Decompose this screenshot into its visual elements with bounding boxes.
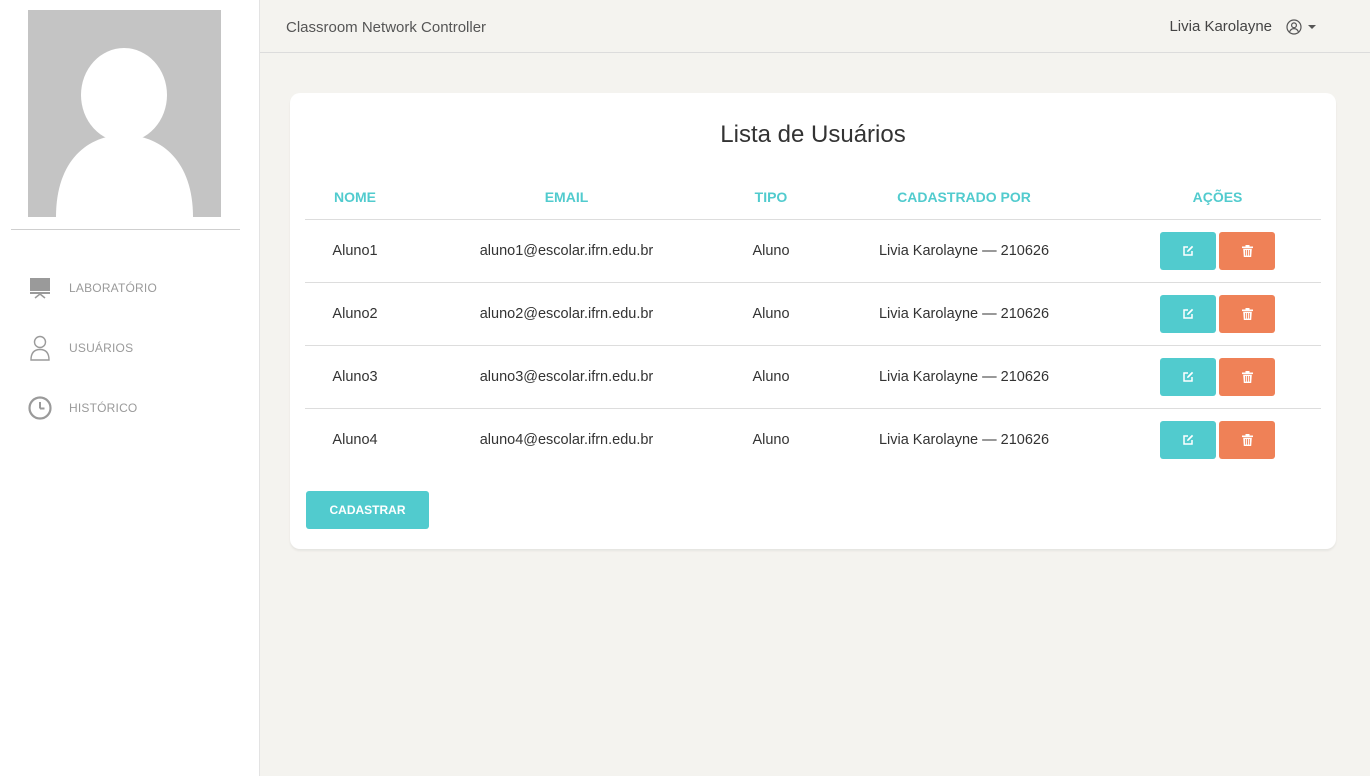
edit-icon bbox=[1183, 371, 1194, 382]
cell-nome: Aluno1 bbox=[305, 219, 405, 283]
sidebar-divider bbox=[11, 229, 240, 230]
cell-cadastrado-por: Livia Karolayne — 210626 bbox=[878, 431, 1050, 448]
monitor-icon bbox=[28, 275, 52, 301]
cell-acoes bbox=[1114, 282, 1321, 346]
users-table: NOME EMAIL TIPO CADASTRADO POR AÇÕES Alu… bbox=[305, 176, 1321, 471]
delete-button[interactable] bbox=[1219, 294, 1275, 333]
trash-icon bbox=[1241, 307, 1253, 320]
trash-icon bbox=[1241, 370, 1253, 383]
cell-nome: Aluno4 bbox=[332, 431, 378, 448]
table-row: Aluno3 aluno3@escolar.ifrn.edu.br Aluno … bbox=[305, 345, 1321, 409]
edit-icon bbox=[1183, 308, 1194, 319]
column-header-nome: NOME bbox=[305, 176, 405, 220]
cell-acoes bbox=[1114, 345, 1321, 409]
user-menu-dropdown[interactable]: Livia Karolayne bbox=[1169, 18, 1316, 35]
user-circle-icon bbox=[1286, 18, 1303, 35]
table-row: Aluno4 aluno4@escolar.ifrn.edu.br Aluno … bbox=[305, 408, 1321, 471]
edit-button[interactable] bbox=[1160, 294, 1216, 333]
column-header-acoes: AÇÕES bbox=[1114, 176, 1321, 220]
delete-button[interactable] bbox=[1219, 231, 1275, 270]
cell-acoes bbox=[1114, 219, 1321, 283]
sidebar: LABORATÓRIO USUÁRIOS HISTÓRICO bbox=[0, 0, 260, 776]
app-brand[interactable]: Classroom Network Controller bbox=[286, 19, 486, 36]
cell-cadastrado-por: Livia Karolayne — 210626 bbox=[814, 282, 1114, 346]
add-user-button[interactable]: CADASTRAR bbox=[306, 491, 429, 529]
delete-button[interactable] bbox=[1219, 420, 1275, 459]
column-header-cadastrado-por: CADASTRADO POR bbox=[814, 176, 1114, 220]
cell-tipo: Aluno bbox=[728, 345, 814, 409]
avatar bbox=[28, 10, 221, 217]
edit-button[interactable] bbox=[1160, 357, 1216, 396]
sidebar-item-laboratorio[interactable]: LABORATÓRIO bbox=[0, 258, 259, 318]
cell-email: aluno4@escolar.ifrn.edu.br bbox=[479, 431, 654, 448]
edit-button[interactable] bbox=[1160, 420, 1216, 459]
user-name: Livia Karolayne bbox=[1169, 18, 1272, 35]
column-header-email: EMAIL bbox=[405, 176, 728, 220]
trash-icon bbox=[1241, 244, 1253, 257]
trash-icon bbox=[1241, 433, 1253, 446]
edit-icon bbox=[1183, 245, 1194, 256]
cell-nome: Aluno2 bbox=[305, 282, 405, 346]
clock-icon bbox=[28, 395, 52, 421]
page-title: Lista de Usuários bbox=[720, 121, 906, 148]
user-icon bbox=[28, 335, 52, 361]
sidebar-item-historico[interactable]: HISTÓRICO bbox=[0, 378, 259, 438]
table-row: Aluno1 aluno1@escolar.ifrn.edu.br Aluno … bbox=[305, 219, 1321, 283]
cell-email: aluno2@escolar.ifrn.edu.br bbox=[405, 282, 728, 346]
sidebar-item-label: USUÁRIOS bbox=[69, 341, 134, 355]
cell-tipo: Aluno bbox=[752, 431, 790, 448]
cell-nome: Aluno3 bbox=[305, 345, 405, 409]
sidebar-nav: LABORATÓRIO USUÁRIOS HISTÓRICO bbox=[0, 258, 259, 438]
users-card: Lista de Usuários NOME EMAIL TIPO CADAST… bbox=[290, 93, 1336, 549]
edit-icon bbox=[1183, 434, 1194, 445]
top-navbar: Classroom Network Controller Livia Karol… bbox=[260, 0, 1370, 53]
sidebar-item-label: HISTÓRICO bbox=[69, 401, 138, 415]
cell-tipo: Aluno bbox=[728, 219, 814, 283]
sidebar-item-usuarios[interactable]: USUÁRIOS bbox=[0, 318, 259, 378]
table-row: Aluno2 aluno2@escolar.ifrn.edu.br Aluno … bbox=[305, 282, 1321, 346]
cell-email: aluno3@escolar.ifrn.edu.br bbox=[405, 345, 728, 409]
cell-cadastrado-por: Livia Karolayne — 210626 bbox=[814, 345, 1114, 409]
cell-cadastrado-por: Livia Karolayne — 210626 bbox=[814, 219, 1114, 283]
delete-button[interactable] bbox=[1219, 357, 1275, 396]
cell-email: aluno1@escolar.ifrn.edu.br bbox=[405, 219, 728, 283]
cell-acoes bbox=[1114, 408, 1321, 471]
sidebar-item-label: LABORATÓRIO bbox=[69, 281, 157, 295]
chevron-down-icon bbox=[1308, 24, 1316, 29]
table-header-row: NOME EMAIL TIPO CADASTRADO POR AÇÕES bbox=[305, 176, 1321, 220]
cell-tipo: Aluno bbox=[728, 282, 814, 346]
edit-button[interactable] bbox=[1160, 231, 1216, 270]
column-header-tipo: TIPO bbox=[728, 176, 814, 220]
